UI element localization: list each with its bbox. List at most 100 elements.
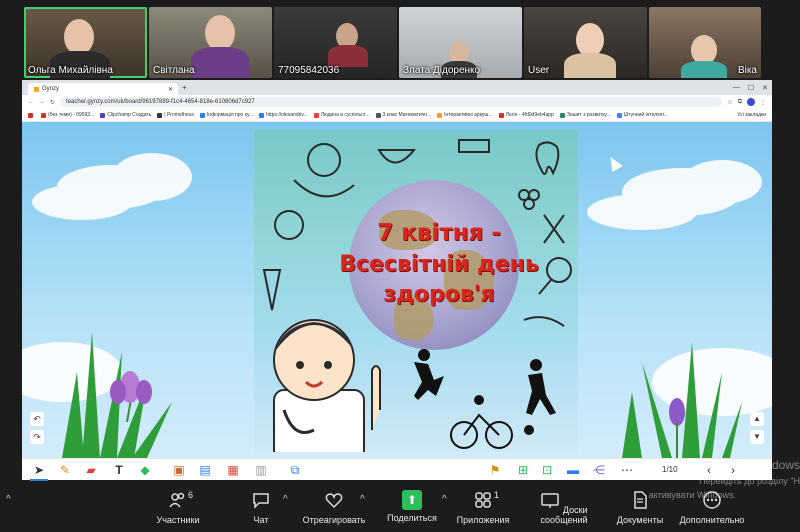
close-tab-icon[interactable]: ✕ [168,86,173,93]
redo-button[interactable]: ↷ [30,430,44,444]
add-page-icon[interactable]: ⊞ [516,463,530,477]
share-board-icon[interactable]: ⋲ [592,463,606,477]
close-window-icon[interactable]: ✕ [762,84,768,92]
windows-activation-watermark: Активація Windows [693,458,800,472]
bookmark-item[interactable]: Інтерактивні аркуш... [437,112,493,118]
profile-avatar[interactable] [747,98,755,106]
pointer-tool-icon[interactable]: ➤ [32,463,46,477]
bookmark-item[interactable]: | Prometheus [157,112,194,118]
health-day-poster[interactable]: 7 квітня - Всесвітній день здоров'я [254,130,578,452]
more-tools-icon[interactable]: ⋯ [620,463,634,477]
url-text: teacher.gynzy.com/uk/board/96197889-f1c4… [66,99,255,105]
bookmark-item[interactable]: Логін - 4fd0d9eb4app [498,112,554,118]
hands-doodle [523,316,565,327]
maximize-icon[interactable]: ☐ [748,84,754,92]
windows-activation-hint: Перейдіть до розділу "Н [699,476,800,486]
add-image-icon[interactable]: ⊡ [540,463,554,477]
chat-button[interactable]: Чат [246,490,276,525]
sports-silhouettes [414,349,556,449]
reload-icon[interactable]: ↻ [50,99,55,106]
apps-count: 1 [494,490,500,500]
share-label: Поделиться [387,513,437,523]
participants-label: Участники [156,515,200,525]
participant-tile[interactable]: Ольга Михайлівна [24,7,147,78]
bookmark-label: Логін - 4fd0d9eb4app [505,112,554,118]
grid-tool-icon[interactable]: ▥ [254,463,268,477]
browser-tab[interactable]: Gynzy ✕ [28,83,178,95]
page-indicator: 1/10 [662,465,678,474]
pencil-tool-icon[interactable]: ✎ [58,463,72,477]
heart-icon [325,493,343,509]
bookmark-item[interactable]: Штучний інтелект... [616,112,668,118]
bookmark-item[interactable]: Людина в суспільст... [313,112,370,118]
screen-tool-icon[interactable]: ⧉ [288,463,302,477]
bookmark-item[interactable]: Зошит з розвитку... [559,112,611,118]
share-options-icon[interactable]: ^ [442,494,447,505]
share-button[interactable]: ⬆ Поделиться [384,490,440,523]
stamp-tool-icon[interactable]: ▣ [172,463,186,477]
bookmark-item[interactable]: (без теми) - 09593... [41,112,94,118]
bookmark-item[interactable]: Інформація про ку... [199,112,253,118]
bookmark-item[interactable] [28,112,35,118]
left-expand-icon[interactable]: ^ [6,494,11,505]
bookmark-favicon-icon [157,112,163,118]
chat-label: Чат [253,515,269,525]
url-field[interactable]: teacher.gynzy.com/uk/board/96197889-f1c4… [60,97,723,107]
bookmark-favicon-icon [41,112,46,118]
participant-name: Віка [737,65,757,76]
scroll-down-button[interactable]: ▼ [750,430,764,444]
people-icon [169,492,185,508]
eraser-tool-icon[interactable]: ▰ [84,463,98,477]
bookmark-item[interactable]: Clipchamp Создать [100,112,151,118]
participant-video [576,23,604,57]
all-bookmarks-link[interactable]: Усі закладки [737,112,766,118]
new-tab-icon[interactable]: + [182,83,187,92]
undo-button[interactable]: ↶ [30,412,44,426]
participant-name: 77095842036 [278,65,340,76]
poster-title-line1: 7 квітня - [377,220,501,246]
bookmark-favicon-icon [259,112,265,118]
library-tool-icon[interactable]: ▤ [198,463,212,477]
minimize-icon[interactable]: — [733,84,740,91]
menu-icon[interactable]: ⋮ [760,99,766,106]
participant-name: Злата Дідоренко [403,65,481,76]
participant-video [205,15,235,51]
participant-tile[interactable]: Злата Дідоренко [399,7,522,78]
extensions-icon[interactable]: ⧉ [738,99,742,106]
pointer-tool-indicator [30,479,48,481]
notifications-icon[interactable]: ⚑ [488,463,502,477]
back-icon[interactable]: ← [28,99,34,105]
bookmark-item[interactable]: https://olesandriv... [259,112,308,118]
participant-video [64,19,94,55]
participant-tile[interactable]: 77095842036 [274,7,397,78]
forward-icon[interactable]: → [39,99,45,105]
shapes-tool-icon[interactable]: ◆ [138,463,152,477]
apple-doodle [274,210,304,240]
participant-tile[interactable]: User [524,7,647,78]
react-button[interactable]: Отреагировать [300,490,368,525]
participant-name: User [528,65,550,76]
star-icon[interactable]: ☆ [727,99,732,106]
chat-icon [253,493,269,509]
participant-tile[interactable]: Світлана [149,7,272,78]
board-canvas[interactable]: 7 квітня - Всесвітній день здоров'я ↶ ↷ … [22,122,772,458]
bookmark-item[interactable]: 3 клас Математичн... [375,112,431,118]
scroll-up-button[interactable]: ▲ [750,412,764,426]
participant-tile[interactable]: Віка [649,7,761,78]
tab-favicon-icon [34,86,39,92]
participants-count: 6 [188,490,194,500]
participant-name: Світлана [153,65,195,76]
participants-button[interactable]: 6 Участники [150,490,206,525]
whiteboards-button[interactable]: Доски сообщений [522,490,606,525]
participant-video [191,47,249,78]
chat-options-icon[interactable]: ^ [283,494,288,505]
folder-icon[interactable]: ▬ [566,463,580,477]
text-tool-icon[interactable]: T [112,463,126,477]
share-icon: ⬆ [402,490,422,510]
browser-window: Gynzy ✕ + — ☐ ✕ ← → ↻ teacher.gynzy.com/… [22,80,772,458]
bookmark-favicon-icon [28,112,33,118]
apps-button[interactable]: 1 Приложения [452,490,514,525]
react-options-icon[interactable]: ^ [360,494,365,505]
media-tool-icon[interactable]: ▦ [226,463,240,477]
bookmark-favicon-icon [199,112,205,118]
